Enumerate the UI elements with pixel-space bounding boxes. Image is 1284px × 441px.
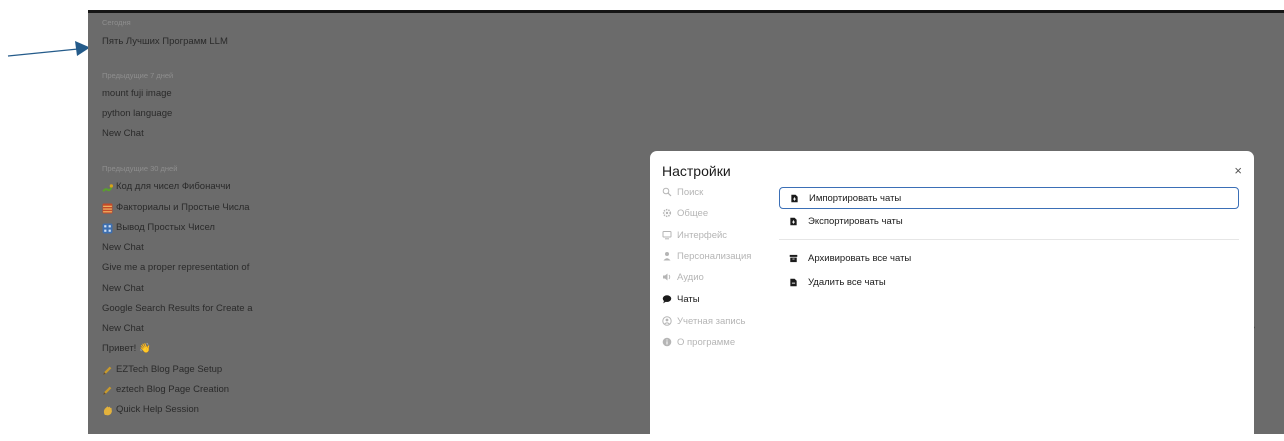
chat-title: Пять Лучших Программ LLM [102, 36, 228, 47]
action-label: Импортировать чаты [809, 192, 902, 204]
chat-list-item[interactable]: python language [102, 107, 262, 121]
nav-item[interactable]: Чаты [662, 292, 700, 306]
nav-label: Аудио [677, 271, 704, 283]
nav-item[interactable]: Аудио [662, 270, 704, 284]
nav-label: О программе [677, 336, 736, 348]
chat-title: Give me a proper representation of [102, 262, 250, 273]
action-row[interactable]: Удалить все чаты [779, 271, 1239, 293]
gear-icon [662, 208, 672, 218]
chat-list-item[interactable]: Give me a proper representation of [102, 261, 262, 275]
chat-title: EZTech Blog Page Setup [116, 364, 223, 375]
chat-list-item[interactable]: Привет! 👋 [102, 342, 262, 356]
nav-item[interactable]: Учетная запись [662, 314, 745, 328]
chat-title: python language [102, 108, 173, 119]
search-icon [662, 187, 672, 197]
chat-title: Факториалы и Простые Числа [116, 202, 250, 213]
settings-title: Настройки [662, 163, 731, 179]
speaker-icon [663, 273, 671, 281]
user-icon [663, 252, 671, 261]
nav-label: Общее [677, 207, 709, 219]
chat-list-item[interactable]: New Chat [102, 322, 262, 336]
chat-title: Вывод Простых Чисел [116, 222, 215, 233]
file-import-icon [791, 194, 798, 202]
action-label: Экспортировать чаты [808, 215, 903, 227]
nav-item[interactable]: Общее [662, 206, 708, 220]
chat-title: New Chat [102, 283, 144, 294]
nav-label: Поиск [677, 186, 704, 198]
chat-title: Привет! 👋 [102, 343, 151, 354]
chat-list-item[interactable]: Пять Лучших Программ LLM [102, 35, 262, 49]
action-row[interactable]: Архивировать все чаты [779, 247, 1239, 269]
chat-title: New Chat [102, 242, 144, 253]
chat-title: New Chat [102, 323, 144, 334]
file-export-icon [790, 217, 797, 225]
account-icon [662, 316, 672, 326]
archive-box-icon [789, 254, 798, 262]
action-row[interactable]: Экспортировать чаты [779, 210, 1239, 232]
file-delete-icon [790, 278, 797, 286]
nav-label: Учетная запись [677, 315, 746, 327]
pencil-emoji-icon [103, 366, 112, 375]
chat-title: New Chat [102, 128, 144, 139]
numbers-emoji-icon [102, 223, 113, 233]
nav-item[interactable]: О программе [662, 335, 735, 349]
action-label: Удалить все чаты [808, 276, 886, 288]
group-label: Предыдущие 30 дней [102, 164, 178, 173]
chat-list-item[interactable]: Вывод Простых Чисел [102, 221, 262, 235]
annotation-arrow [7, 41, 90, 57]
chat-list-item[interactable]: Код для чисел Фибоначчи [102, 180, 262, 194]
action-label: Архивировать все чаты [808, 252, 912, 264]
chat-list-item[interactable]: eztech Blog Page Creation [102, 383, 262, 397]
chat-list-item[interactable]: New Chat [102, 282, 262, 296]
nav-item[interactable]: Поиск [662, 185, 703, 199]
pencil-emoji-icon [103, 386, 112, 395]
nav-label: Интерфейс [677, 229, 728, 241]
chat-title: Google Search Results for Create a [102, 303, 253, 314]
abacus-emoji-icon [102, 203, 113, 213]
chat-title: mount fuji image [102, 88, 172, 99]
nav-label: Персонализация [677, 250, 752, 262]
nav-item[interactable]: Интерфейс [662, 228, 727, 242]
chat-history-sidebar: Сегодня Пять Лучших Программ LLM Предыдущи… [88, 13, 264, 434]
chat-title: eztech Blog Page Creation [116, 384, 230, 395]
window-top-border [88, 10, 1284, 13]
chat-title: Quick Help Session [116, 404, 199, 415]
chat-list-item[interactable]: New Chat [102, 127, 262, 141]
nav-item[interactable]: Персонализация [662, 249, 751, 263]
chat-bubble-icon [662, 295, 672, 304]
group-label: Сегодня [102, 18, 131, 27]
settings-modal: Настройки × Поиск Общее Интерфейс Персонали… [650, 151, 1254, 441]
action-row[interactable]: Импортировать чаты [779, 187, 1239, 209]
chat-list-item[interactable]: New Chat [102, 241, 262, 255]
nav-label: Чаты [677, 293, 700, 305]
chat-list-item[interactable]: EZTech Blog Page Setup [102, 363, 262, 377]
group-label: Предыдущие 7 дней [102, 71, 174, 80]
wave-emoji-icon [103, 405, 112, 415]
chat-list-item[interactable]: Quick Help Session [102, 403, 262, 417]
snake-emoji-icon [102, 183, 113, 192]
chat-list-item[interactable]: Google Search Results for Create a [102, 302, 262, 316]
chat-title: Код для чисел Фибоначчи [116, 181, 231, 192]
chat-list-item[interactable]: mount fuji image [102, 87, 262, 101]
info-icon [662, 337, 672, 347]
section-divider [779, 239, 1239, 240]
chat-list-item[interactable]: Факториалы и Простые Числа [102, 201, 262, 215]
monitor-icon [662, 231, 672, 240]
close-button[interactable]: × [1234, 163, 1242, 178]
